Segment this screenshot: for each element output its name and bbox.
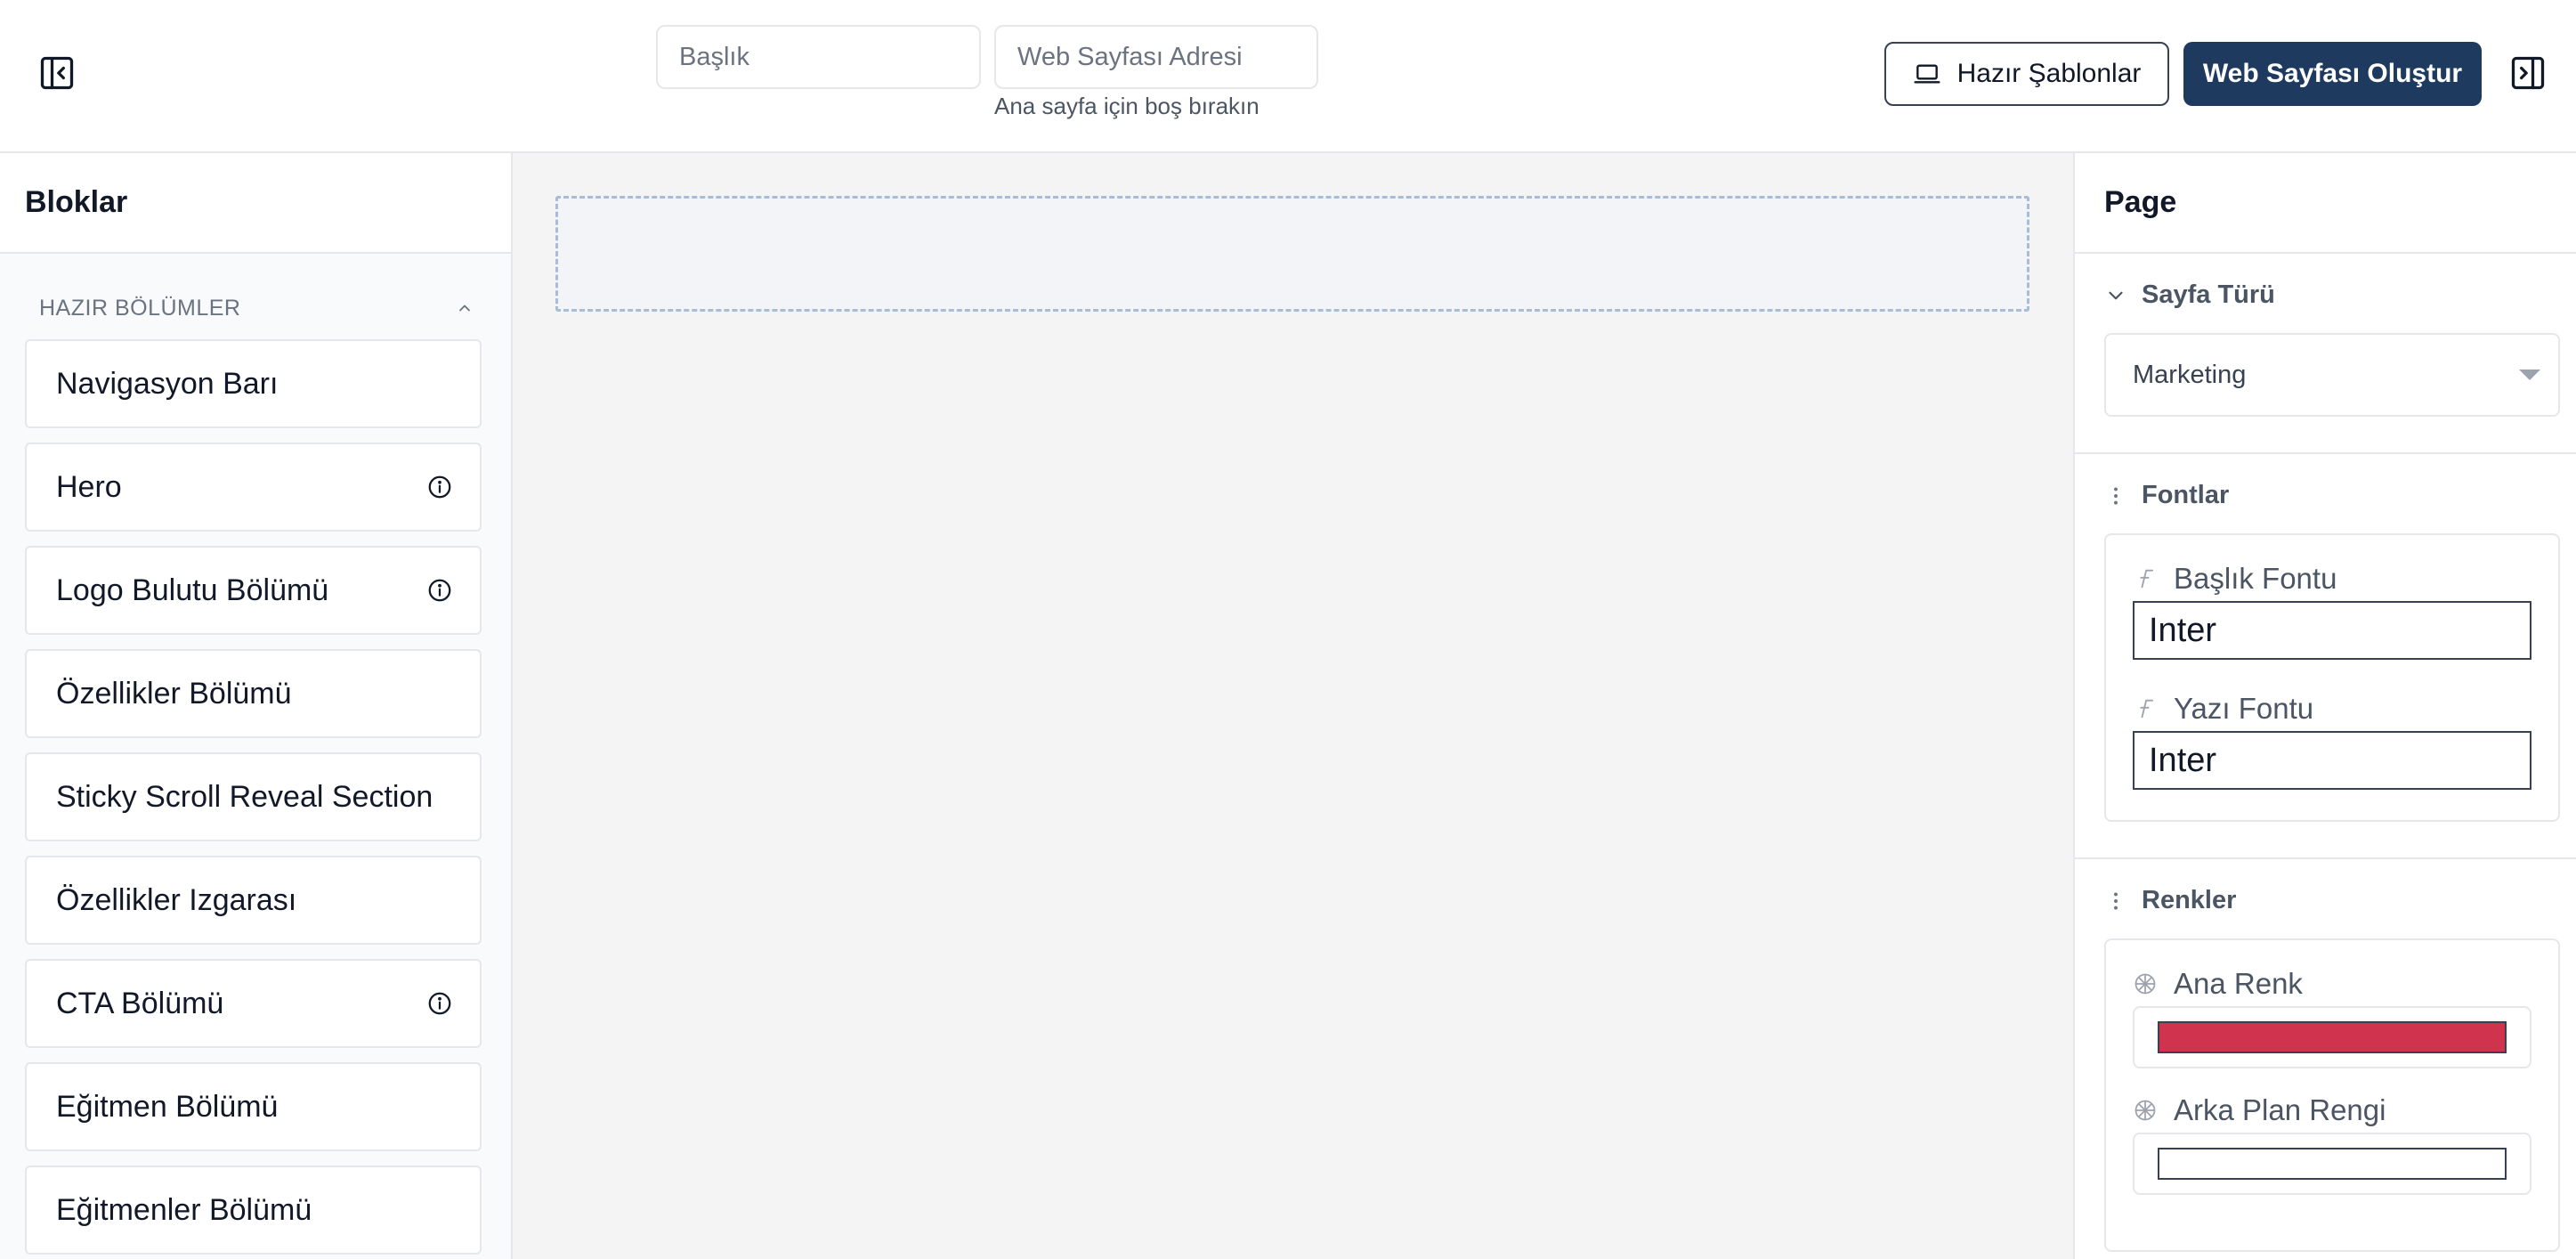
page-type-header[interactable]: Sayfa Türü — [2104, 280, 2560, 310]
editor-canvas[interactable] — [513, 153, 2073, 1259]
background-color-label: Arka Plan Rengi — [2133, 1093, 2531, 1127]
drop-zone[interactable] — [555, 196, 2029, 312]
palette-icon — [2135, 973, 2156, 995]
block-item-label: Eğitmenler Bölümü — [56, 1192, 312, 1227]
blocks-sidebar: Bloklar HAZIR BÖLÜMLER Navigasyon Barı H… — [0, 153, 513, 1259]
block-item-instructor[interactable]: Eğitmen Bölümü — [25, 1062, 482, 1151]
colors-group: Renkler Ana Renk Arka Plan Rengi — [2075, 859, 2576, 1259]
block-item-label: Özellikler Izgarası — [56, 882, 297, 917]
colors-header[interactable]: Renkler — [2104, 886, 2560, 915]
page-type-title: Sayfa Türü — [2142, 280, 2275, 309]
background-color-swatch — [2158, 1148, 2507, 1180]
templates-button-label: Hazır Şablonlar — [1956, 59, 2142, 88]
url-hint: Ana sayfa için boş bırakın — [994, 93, 1260, 119]
block-item-navigation-bar[interactable]: Navigasyon Barı — [25, 339, 482, 428]
page-type-value: Marketing — [2133, 360, 2247, 389]
fonts-card: Başlık Fontu Yazı Fontu — [2104, 533, 2560, 822]
fonts-header[interactable]: Fontlar — [2104, 481, 2560, 510]
url-input[interactable] — [994, 25, 1318, 89]
chevron-down-icon — [2109, 291, 2123, 299]
block-item-features[interactable]: Özellikler Bölümü — [25, 649, 482, 738]
page-settings-title: Page — [2075, 153, 2576, 254]
body-font-label: Yazı Fontu — [2133, 692, 2531, 726]
font-icon — [2140, 699, 2154, 719]
primary-color-swatch — [2158, 1021, 2507, 1053]
block-item-cta[interactable]: CTA Bölümü — [25, 959, 482, 1048]
fonts-group: Fontlar Başlık Fontu Yazı Fontu — [2075, 454, 2576, 859]
colors-card: Ana Renk Arka Plan Rengi — [2104, 938, 2560, 1252]
drag-handle-icon[interactable] — [2104, 889, 2127, 913]
block-item-label: Sticky Scroll Reveal Section — [56, 779, 433, 814]
body-font-input[interactable] — [2133, 731, 2531, 790]
palette-icon — [2135, 1100, 2156, 1121]
caret-down-icon — [2519, 370, 2540, 380]
top-bar: Ana sayfa için boş bırakın Hazır Şablonl… — [0, 0, 2576, 153]
fonts-title: Fontlar — [2142, 481, 2230, 509]
page-type-group: Sayfa Türü Marketing — [2075, 254, 2576, 454]
primary-color-picker[interactable] — [2133, 1006, 2531, 1068]
blocks-title: Bloklar — [0, 153, 511, 254]
right-sidebar-toggle-icon[interactable] — [2507, 52, 2549, 94]
heading-font-label: Başlık Fontu — [2133, 562, 2531, 596]
block-item-label: Hero — [56, 469, 122, 504]
page-settings-panel: Page Sayfa Türü Marketing Fontlar Başlık… — [2073, 153, 2576, 1259]
block-item-label: CTA Bölümü — [56, 986, 224, 1020]
info-icon[interactable] — [426, 577, 453, 604]
laptop-icon — [1914, 64, 1940, 84]
primary-color-label: Ana Renk — [2133, 967, 2531, 1001]
block-item-label: Logo Bulutu Bölümü — [56, 573, 329, 607]
info-icon[interactable] — [426, 474, 453, 500]
heading-font-input[interactable] — [2133, 601, 2531, 660]
title-input[interactable] — [656, 25, 981, 89]
background-color-picker[interactable] — [2133, 1133, 2531, 1195]
drag-handle-icon[interactable] — [2104, 484, 2127, 508]
block-item-label: Eğitmen Bölümü — [56, 1089, 279, 1124]
block-list: Navigasyon Barı Hero Logo Bulutu Bölümü … — [0, 339, 511, 1255]
left-sidebar-toggle-icon[interactable] — [36, 52, 78, 94]
block-item-sticky-scroll[interactable]: Sticky Scroll Reveal Section — [25, 752, 482, 841]
font-icon — [2140, 569, 2154, 589]
create-page-button[interactable]: Web Sayfası Oluştur — [2183, 42, 2482, 106]
block-item-logo-cloud[interactable]: Logo Bulutu Bölümü — [25, 546, 482, 635]
page-type-select[interactable]: Marketing — [2104, 333, 2560, 417]
block-item-label: Özellikler Bölümü — [56, 676, 292, 711]
block-item-features-grid[interactable]: Özellikler Izgarası — [25, 856, 482, 945]
block-item-hero[interactable]: Hero — [25, 443, 482, 532]
templates-button[interactable]: Hazır Şablonlar — [1884, 42, 2169, 106]
info-icon[interactable] — [426, 990, 453, 1017]
chevron-up-icon — [459, 305, 470, 312]
create-page-button-label: Web Sayfası Oluştur — [2202, 59, 2463, 88]
block-item-label: Navigasyon Barı — [56, 366, 279, 401]
colors-title: Renkler — [2142, 886, 2237, 914]
ready-sections-header[interactable]: HAZIR BÖLÜMLER — [0, 277, 511, 339]
ready-sections-title: HAZIR BÖLÜMLER — [39, 295, 241, 321]
block-item-instructors[interactable]: Eğitmenler Bölümü — [25, 1166, 482, 1255]
